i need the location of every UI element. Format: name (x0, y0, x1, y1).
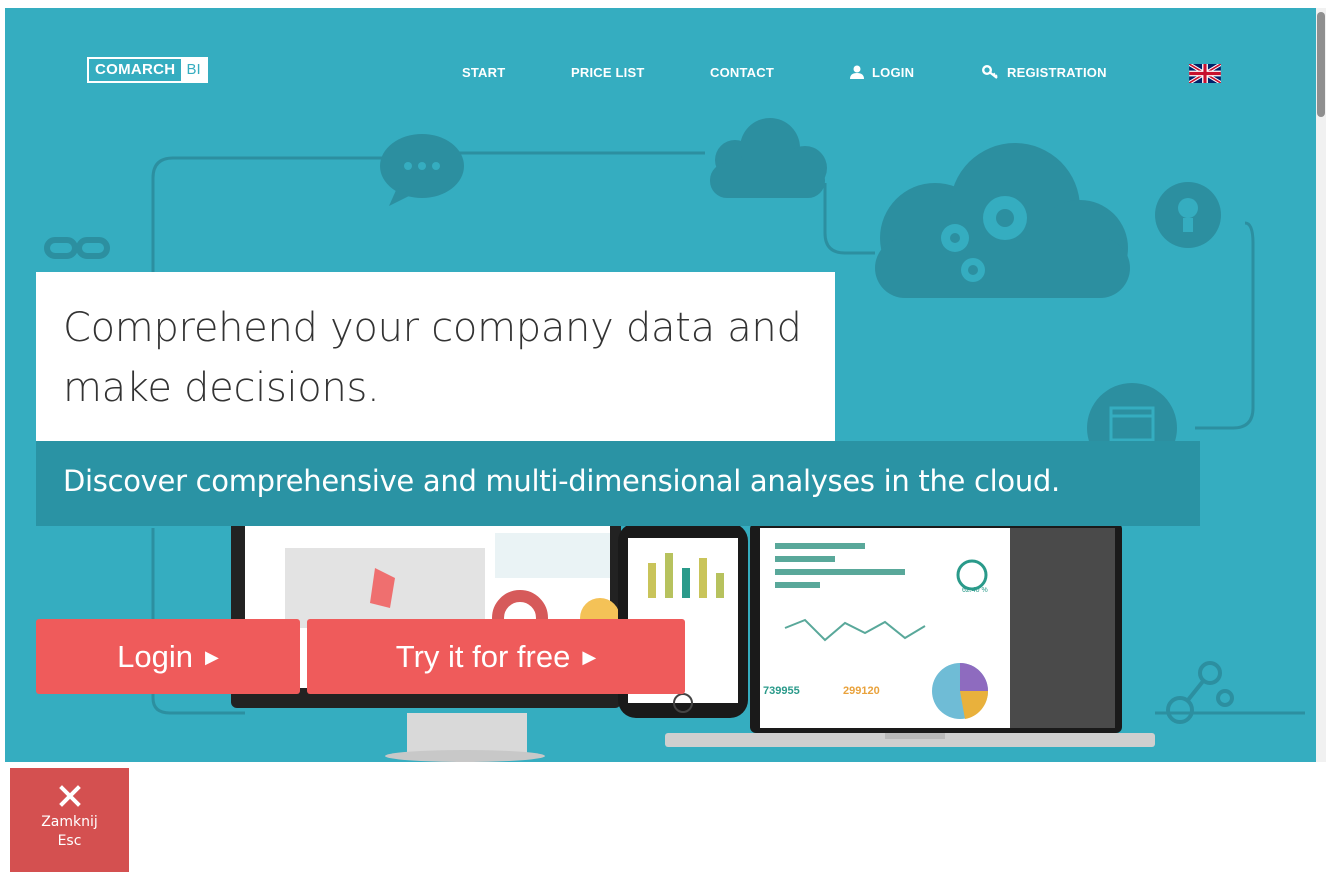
cloud-gears-icon (875, 143, 1130, 298)
hero-section: 739955 299120 62.40 % COMARCH BI START P… (5, 8, 1316, 762)
close-button[interactable]: Zamknij Esc (10, 768, 129, 872)
hero-headline: Comprehend your company data and make de… (63, 305, 802, 411)
login-button[interactable]: Login ▶ (36, 619, 300, 694)
user-icon (850, 65, 864, 79)
scrollbar-track[interactable] (1316, 8, 1326, 762)
chat-bubble-icon (380, 134, 464, 206)
try-free-button[interactable]: Try it for free ▶ (307, 619, 685, 694)
logo-brand: COMARCH (95, 61, 176, 78)
scrollbar-thumb[interactable] (1317, 12, 1325, 117)
nav-start[interactable]: START (462, 62, 505, 82)
tagline-box: Discover comprehensive and multi-dimensi… (36, 441, 1200, 526)
link-icon (44, 237, 110, 259)
close-icon (58, 785, 81, 807)
cloud-icon (710, 118, 827, 198)
nav-login-label: LOGIN (872, 64, 915, 80)
page: 739955 299120 62.40 % COMARCH BI START P… (0, 0, 1326, 872)
nav-login[interactable]: LOGIN (850, 62, 914, 82)
comarch-bi-logo[interactable]: COMARCH BI (87, 57, 208, 83)
close-shortcut: Esc (57, 833, 82, 849)
headline-box: Comprehend your company data and make de… (36, 272, 835, 441)
lightbulb-icon (1155, 182, 1221, 248)
key-icon (982, 65, 998, 79)
arrow-right-icon: ▶ (582, 646, 597, 667)
nav-registration-label: REGISTRATION (1007, 64, 1107, 80)
logo-suffix: BI (181, 59, 206, 81)
kpi-value-2: 299120 (843, 685, 880, 697)
nav-price-list-label: PRICE LIST (571, 64, 645, 80)
arrow-right-icon: ▶ (205, 646, 219, 667)
nav-start-label: START (462, 64, 506, 80)
login-button-label: Login (117, 638, 193, 674)
hero-tagline: Discover comprehensive and multi-dimensi… (63, 464, 1060, 498)
gauge-value: 62.40 % (962, 587, 988, 594)
nav-registration[interactable]: REGISTRATION (982, 62, 1107, 82)
uk-flag-icon[interactable] (1189, 64, 1221, 83)
close-label: Zamknij (41, 814, 98, 830)
try-free-button-label: Try it for free (395, 638, 571, 674)
kpi-value-1: 739955 (763, 685, 800, 697)
nav-price-list[interactable]: PRICE LIST (571, 62, 645, 82)
nav-contact[interactable]: CONTACT (710, 62, 774, 82)
nav-contact-label: CONTACT (710, 64, 774, 80)
